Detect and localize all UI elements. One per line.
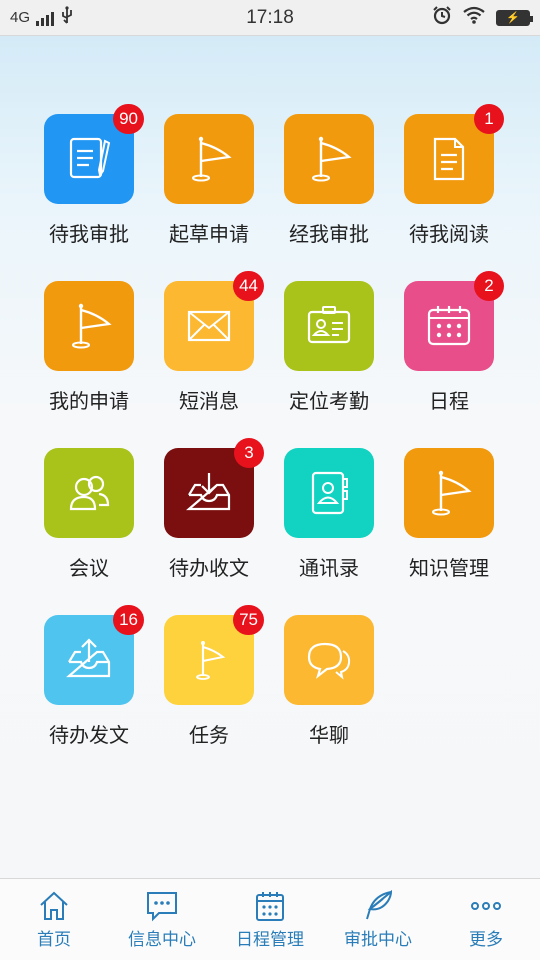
nav-label: 日程管理 [236,930,304,950]
app-tile[interactable]: 44 [164,271,264,371]
nav-label: 审批中心 [344,930,412,950]
app-label: 日程 [429,389,469,413]
app-tasks[interactable]: 75 任务 [154,605,264,765]
app-tile[interactable]: 90 [44,104,144,204]
home-icon [40,891,68,920]
nav-label: 首页 [37,930,71,950]
app-location-attendance[interactable]: 定位考勤 [274,281,384,431]
nav-more[interactable]: 更多 [432,879,540,960]
feather-icon [366,889,393,920]
flag-icon [72,303,112,349]
flag-icon [192,136,232,182]
calendar-icon [427,306,471,346]
app-contacts[interactable]: 通讯录 [274,448,384,598]
notification-badge: 2 [474,271,504,301]
inbox-upload-icon [66,638,111,678]
contacts-book-icon [311,471,348,515]
app-tile[interactable] [44,448,134,538]
app-tile[interactable] [164,114,254,204]
more-icon [471,902,501,910]
nav-label: 更多 [469,930,503,950]
status-right: ⚡ [432,5,533,30]
alarm-icon [432,5,452,30]
status-bar: 4G 17:18 ⚡ [0,0,540,36]
document-icon [433,137,465,181]
envelope-icon [187,310,231,342]
app-meetings[interactable]: 会议 [34,448,144,598]
app-tile[interactable]: 75 [164,605,264,705]
bottom-nav: 首页 信息中心 日程管理 审批中心 更多 [0,878,540,960]
app-label: 知识管理 [409,556,489,580]
app-tile[interactable] [44,281,134,371]
notification-badge: 3 [234,438,264,468]
app-tile[interactable] [404,448,494,538]
notification-badge: 75 [233,605,264,635]
nav-info-center[interactable]: 信息中心 [108,879,216,960]
app-incoming-documents[interactable]: 3 待办收文 [154,438,264,598]
inbox-download-icon [186,473,231,511]
flag-icon [196,641,226,680]
app-my-applications[interactable]: 我的申请 [34,281,144,431]
app-knowledge-management[interactable]: 知识管理 [394,448,504,598]
app-pending-approval[interactable]: 90 待我审批 [34,104,144,264]
nav-home[interactable]: 首页 [0,879,108,960]
notification-badge: 90 [113,104,144,134]
signal-icon [36,10,55,26]
app-label: 会议 [69,556,109,580]
nav-schedule-management[interactable]: 日程管理 [216,879,324,960]
app-tile[interactable]: 3 [164,438,264,538]
app-label: 华聊 [309,723,349,747]
nav-label: 信息中心 [128,930,196,950]
notification-badge: 44 [233,271,264,301]
app-tile[interactable] [284,114,374,204]
flag-icon [432,470,472,516]
battery-icon: ⚡ [496,9,533,26]
app-tile[interactable]: 2 [404,271,504,371]
app-tile[interactable]: 1 [404,104,504,204]
app-schedule[interactable]: 2 日程 [394,271,504,431]
app-label: 待我阅读 [409,222,489,246]
app-label: 待我审批 [49,222,129,246]
app-tile[interactable] [284,615,374,705]
app-short-messages[interactable]: 44 短消息 [154,271,264,431]
app-outgoing-documents[interactable]: 16 待办发文 [34,605,144,765]
app-label: 起草申请 [169,222,249,246]
app-label: 定位考勤 [289,389,369,413]
app-label: 待办发文 [49,723,129,747]
app-draft-application[interactable]: 起草申请 [154,114,264,264]
flag-icon [312,136,352,182]
app-tile[interactable] [284,448,374,538]
notification-badge: 16 [113,605,144,635]
calendar-icon [256,892,284,921]
app-tile[interactable] [284,281,374,371]
app-label: 待办收文 [169,556,249,580]
notification-badge: 1 [474,104,504,134]
app-grid: 90 待我审批 起草申请 经我审批 1 待我阅读 我的申请 44 短消息 定位考… [0,36,540,878]
app-label: 我的申请 [49,389,129,413]
status-left: 4G [10,6,74,29]
network-type: 4G [10,9,31,26]
app-label: 通讯录 [299,556,359,580]
app-approved-by-me[interactable]: 经我审批 [274,114,384,264]
chat-bubbles-icon [307,642,351,680]
message-icon [147,892,177,922]
usb-icon [60,6,74,29]
app-pending-reading[interactable]: 1 待我阅读 [394,104,504,264]
app-label: 经我审批 [289,222,369,246]
people-icon [69,475,110,511]
nav-approval-center[interactable]: 审批中心 [324,879,432,960]
app-label: 任务 [189,723,229,747]
app-huachat[interactable]: 华聊 [274,615,384,765]
document-pen-icon [69,137,111,179]
id-card-icon [307,306,351,344]
app-tile[interactable]: 16 [44,605,144,705]
app-label: 短消息 [179,389,239,413]
wifi-icon [462,6,486,29]
